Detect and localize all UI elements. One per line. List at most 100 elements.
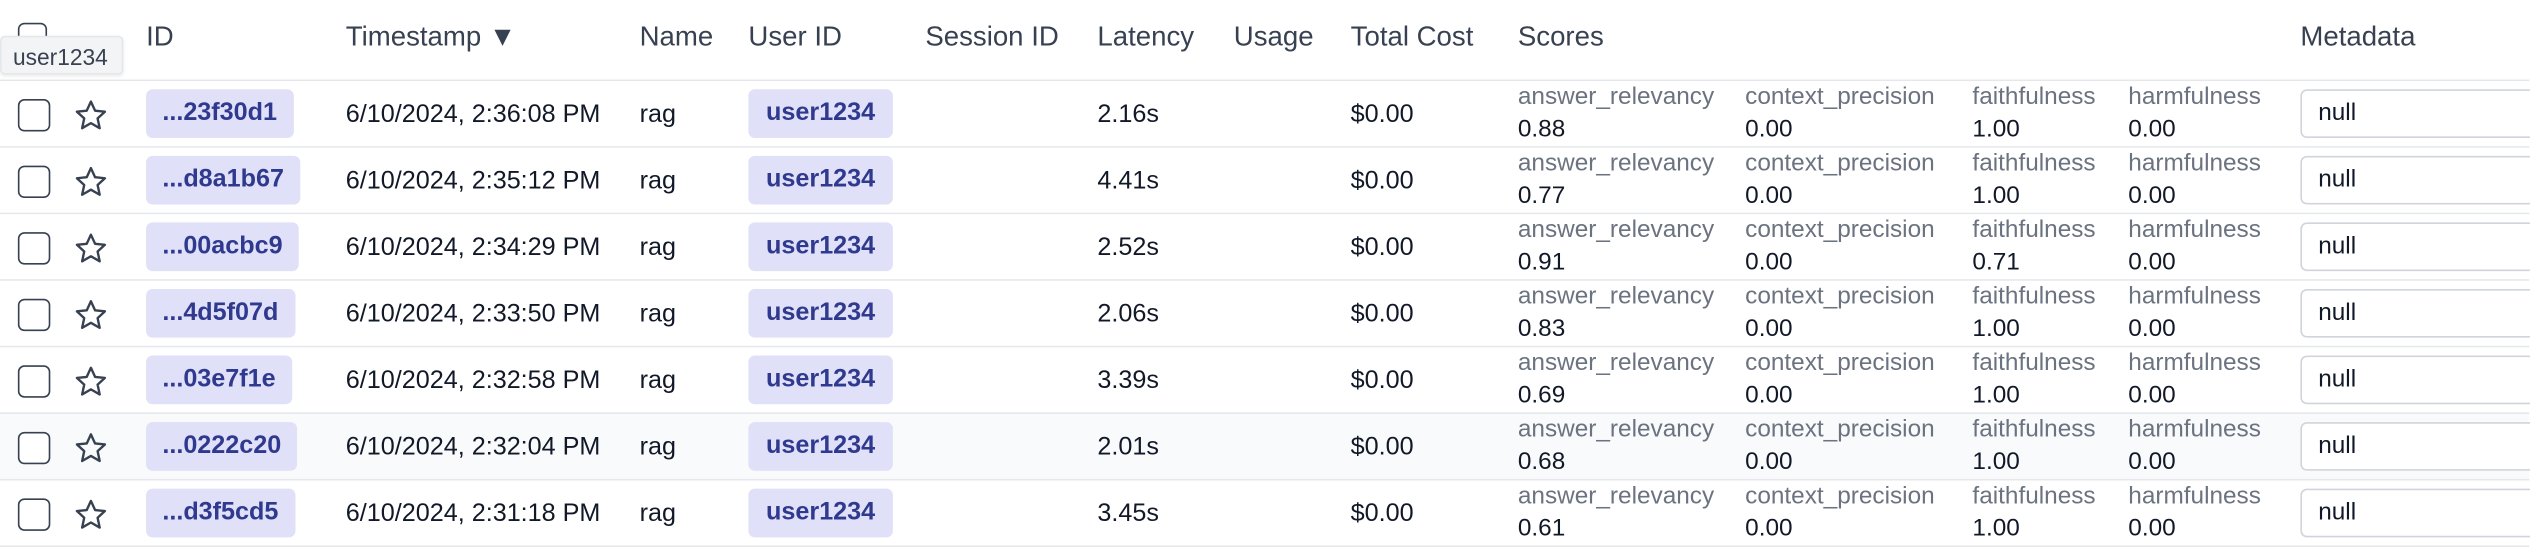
user-id-badge[interactable]: user1234 (748, 288, 893, 338)
row-checkbox[interactable] (17, 498, 51, 531)
score-name-harmfulness: harmfulness (2128, 149, 2261, 177)
trace-id-badge[interactable]: ...d8a1b67 (146, 155, 301, 205)
star-icon[interactable] (73, 164, 109, 200)
star-icon[interactable] (73, 364, 109, 400)
user-id-badge[interactable]: user1234 (748, 222, 893, 272)
metadata-field[interactable]: null (2300, 222, 2530, 272)
column-header-latency[interactable]: Latency (1097, 21, 1194, 53)
trace-id-badge[interactable]: ...23f30d1 (146, 89, 294, 138)
table-row[interactable]: ...03e7f1e 6/10/2024, 2:32:58 PM rag user12… (0, 347, 2530, 414)
column-header-timestamp[interactable]: Timestamp ▼ (346, 21, 516, 53)
row-checkbox[interactable] (17, 431, 51, 465)
star-icon[interactable] (73, 297, 109, 333)
score-value-context-precision: 0.00 (1745, 514, 1793, 543)
score-name-answer-relevancy: answer_relevancy (1517, 349, 1715, 377)
score-name-context-precision: context_precision (1745, 282, 1935, 311)
score-name-faithfulness: faithfulness (1972, 215, 2096, 244)
latency-cell: 2.16s (1097, 100, 1159, 129)
score-name-harmfulness: harmfulness (2128, 215, 2261, 244)
star-icon[interactable] (73, 231, 109, 267)
latency-cell: 3.45s (1097, 500, 1159, 528)
table-row[interactable]: ...d8a1b67 6/10/2024, 2:35:12 PM rag user12… (0, 147, 2530, 215)
score-name-faithfulness: faithfulness (1972, 149, 2096, 177)
row-checkbox[interactable] (17, 232, 51, 265)
score-value-harmfulness: 0.00 (2128, 314, 2176, 343)
column-header-scores[interactable]: Scores (1518, 21, 1604, 53)
metadata-field[interactable]: null (2300, 89, 2530, 138)
column-header-metadata[interactable]: Metadata (2300, 21, 2415, 53)
column-header-usage[interactable]: Usage (1234, 21, 1314, 53)
score-value-answer-relevancy: 0.68 (1517, 448, 1566, 476)
score-name-harmfulness: harmfulness (2128, 482, 2261, 510)
trace-id-badge[interactable]: ...03e7f1e (146, 355, 292, 405)
total-cost-cell: $0.00 (1350, 233, 1414, 262)
timestamp-cell: 6/10/2024, 2:31:18 PM (345, 500, 601, 528)
score-name-answer-relevancy: answer_relevancy (1517, 415, 1715, 444)
score-value-answer-relevancy: 0.69 (1517, 381, 1566, 410)
score-name-answer-relevancy: answer_relevancy (1517, 215, 1715, 244)
metadata-field[interactable]: null (2300, 422, 2530, 471)
trace-id-badge[interactable]: ...d3f5cd5 (146, 488, 295, 538)
total-cost-cell: $0.00 (1350, 433, 1414, 462)
trace-id-badge[interactable]: ...0222c20 (146, 422, 298, 471)
trace-id-badge[interactable]: ...4d5f07d (146, 288, 295, 338)
table-row[interactable]: ...0222c20 6/10/2024, 2:32:04 PM rag user12… (0, 413, 2530, 481)
table-row[interactable]: ...4d5f07d 6/10/2024, 2:33:50 PM rag user12… (0, 280, 2530, 348)
latency-cell: 4.41s (1097, 167, 1159, 195)
score-value-context-precision: 0.00 (1745, 381, 1793, 410)
metadata-field[interactable]: null (2300, 488, 2530, 538)
name-cell: rag (639, 100, 676, 129)
column-header-total-cost[interactable]: Total Cost (1351, 21, 1474, 53)
user-id-badge[interactable]: user1234 (748, 89, 893, 138)
column-header-session-id[interactable]: Session ID (925, 21, 1058, 53)
user-id-badge[interactable]: user1234 (748, 488, 893, 538)
score-name-answer-relevancy: answer_relevancy (1517, 282, 1715, 311)
timestamp-cell: 6/10/2024, 2:32:58 PM (345, 366, 601, 395)
row-checkbox[interactable] (17, 298, 51, 332)
column-header-id[interactable]: ID (146, 21, 174, 53)
latency-cell: 2.52s (1097, 233, 1159, 262)
score-value-answer-relevancy: 0.77 (1517, 181, 1566, 210)
user-id-badge[interactable]: user1234 (748, 422, 893, 471)
name-cell: rag (639, 300, 676, 328)
table-row[interactable]: ...23f30d1 6/10/2024, 2:36:08 PM rag user12… (0, 81, 2530, 148)
score-value-answer-relevancy: 0.91 (1517, 248, 1566, 276)
timestamp-cell: 6/10/2024, 2:36:08 PM (345, 100, 601, 129)
score-value-harmfulness: 0.00 (2128, 115, 2176, 143)
user-id-badge[interactable]: user1234 (748, 155, 893, 205)
score-name-context-precision: context_precision (1745, 82, 1935, 111)
metadata-field[interactable]: null (2300, 288, 2530, 338)
total-cost-cell: $0.00 (1350, 366, 1414, 395)
metadata-field[interactable]: null (2300, 355, 2530, 405)
score-value-harmfulness: 0.00 (2128, 514, 2176, 543)
name-cell: rag (639, 433, 676, 462)
user-id-tooltip: user1234 (0, 35, 124, 75)
score-name-harmfulness: harmfulness (2128, 349, 2261, 377)
score-name-context-precision: context_precision (1745, 482, 1935, 510)
table-row[interactable]: ...00acbc9 6/10/2024, 2:34:29 PM rag user12… (0, 214, 2530, 281)
star-icon[interactable] (73, 97, 109, 133)
column-header-name[interactable]: Name (640, 21, 714, 53)
score-name-harmfulness: harmfulness (2128, 415, 2261, 444)
name-cell: rag (639, 500, 676, 528)
table-row[interactable]: ...d3f5cd5 6/10/2024, 2:31:18 PM rag user12… (0, 480, 2530, 547)
user-id-badge[interactable]: user1234 (748, 355, 893, 405)
score-value-faithfulness: 1.00 (1972, 181, 2020, 210)
row-checkbox[interactable] (17, 99, 51, 132)
name-cell: rag (639, 167, 676, 195)
metadata-field[interactable]: null (2300, 155, 2530, 205)
timestamp-cell: 6/10/2024, 2:33:50 PM (345, 300, 601, 328)
star-icon[interactable] (73, 430, 109, 466)
score-value-faithfulness: 1.00 (1972, 381, 2020, 410)
trace-id-badge[interactable]: ...00acbc9 (146, 222, 299, 272)
timestamp-cell: 6/10/2024, 2:32:04 PM (345, 433, 601, 462)
score-value-faithfulness: 1.00 (1972, 514, 2020, 543)
score-name-faithfulness: faithfulness (1972, 82, 2096, 111)
row-checkbox[interactable] (17, 165, 51, 199)
column-header-user-id[interactable]: User ID (748, 21, 842, 53)
score-value-harmfulness: 0.00 (2128, 248, 2176, 276)
total-cost-cell: $0.00 (1350, 300, 1414, 328)
row-checkbox[interactable] (17, 365, 51, 398)
star-icon[interactable] (73, 497, 109, 533)
score-value-harmfulness: 0.00 (2128, 448, 2176, 476)
